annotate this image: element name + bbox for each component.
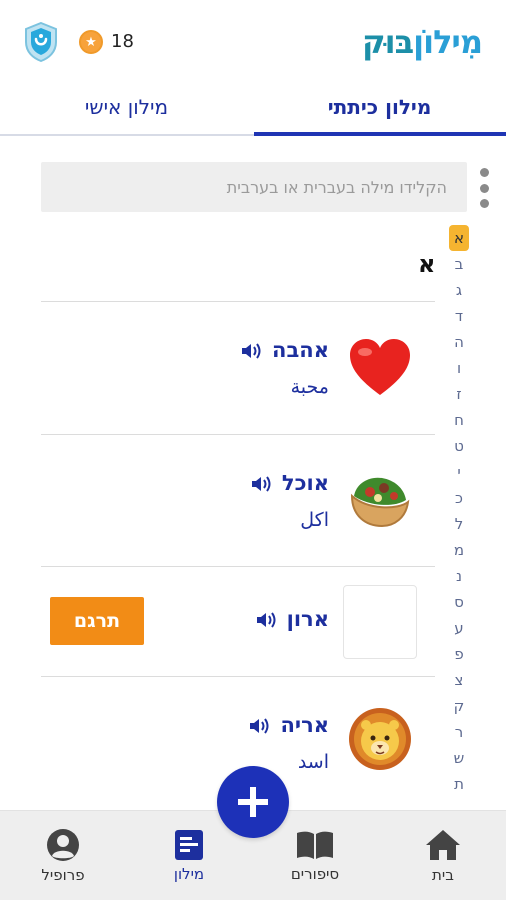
nav-label: סיפורים — [290, 865, 340, 883]
coin-count: 18 — [111, 31, 134, 52]
alphabet-letter[interactable]: ז — [449, 381, 469, 407]
speaker-icon[interactable] — [240, 341, 264, 359]
alphabet-letter[interactable]: י — [449, 459, 469, 485]
star-coin-icon: ★ — [79, 30, 103, 54]
home-icon — [426, 830, 460, 860]
nav-item-home[interactable]: בית — [380, 811, 506, 900]
alphabet-letter[interactable]: ט — [449, 433, 469, 459]
word-entry: אוכל — [250, 471, 329, 495]
word-image-placeholder — [343, 585, 417, 659]
lion-face-emoji — [347, 705, 413, 771]
nav-label: מילון — [173, 865, 205, 883]
alphabet-letter[interactable]: ח — [449, 407, 469, 433]
alphabet-letter[interactable]: ד — [449, 303, 469, 329]
section-letter-header: א — [418, 250, 436, 278]
alphabet-letter[interactable]: ע — [449, 615, 469, 641]
logo-text-part2: בּוּק — [362, 23, 414, 61]
alphabet-letter[interactable]: נ — [449, 563, 469, 589]
plus-icon — [238, 787, 268, 817]
alphabet-letter[interactable]: ה — [449, 329, 469, 355]
alphabet-letter[interactable]: א — [449, 225, 469, 251]
alphabet-letter[interactable]: מ — [449, 537, 469, 563]
nav-item-profile[interactable]: פרופיל — [0, 811, 126, 900]
tab-class-dictionary[interactable]: מילון כיתתי — [253, 80, 506, 134]
alphabet-letter[interactable]: ת — [449, 771, 469, 797]
word-entry: אריה — [248, 713, 329, 737]
alphabet-letter[interactable]: ש — [449, 745, 469, 771]
word-hebrew: אריה — [280, 713, 329, 737]
add-word-button[interactable] — [217, 766, 289, 838]
tab-personal-dictionary[interactable]: מילון אישי — [0, 80, 253, 134]
word-hebrew: אהבה — [272, 338, 329, 362]
speaker-icon[interactable] — [248, 716, 272, 734]
word-translation: اكل — [300, 509, 329, 531]
alphabet-letter[interactable]: פ — [449, 641, 469, 667]
alphabet-letter[interactable]: ל — [449, 511, 469, 537]
alphabet-letter[interactable]: ר — [449, 719, 469, 745]
word-translation: اسد — [297, 751, 329, 773]
dictionary-tabs: מילון אישי מילון כיתתי — [0, 80, 506, 136]
word-hebrew: אוכל — [281, 471, 329, 495]
word-row[interactable]: אוכל اكل — [41, 434, 435, 566]
dictionary-icon — [175, 830, 203, 860]
app-header: מִילוֹןבּוּק ★ 18 — [0, 0, 506, 80]
word-translation: محبة — [290, 376, 329, 398]
app-logo: מִילוֹןבּוּק — [362, 20, 483, 64]
red-heart-emoji — [347, 334, 413, 400]
alphabet-letter[interactable]: ג — [449, 277, 469, 303]
alphabet-index: א ב ג ד ה ו ז ח ט י כ ל מ נ ס ע פ צ ק ר … — [449, 225, 469, 797]
shield-icon[interactable] — [24, 21, 58, 63]
translate-button[interactable]: תרגם — [50, 597, 144, 645]
more-options-icon[interactable] — [478, 168, 490, 208]
nav-label: בית — [432, 866, 454, 884]
word-entry: ארון — [255, 607, 329, 631]
stuffed-flatbread-emoji — [347, 465, 413, 531]
word-row[interactable]: אהבה محبة — [41, 301, 435, 434]
alphabet-letter[interactable]: ק — [449, 693, 469, 719]
word-row[interactable]: ארון תרגם — [41, 566, 435, 676]
alphabet-letter[interactable]: ס — [449, 589, 469, 615]
word-entry: אהבה — [240, 338, 329, 362]
nav-label: פרופיל — [41, 866, 85, 884]
alphabet-letter[interactable]: ב — [449, 251, 469, 277]
alphabet-letter[interactable]: כ — [449, 485, 469, 511]
profile-icon — [47, 829, 79, 861]
alphabet-letter[interactable]: ו — [449, 355, 469, 381]
logo-text-part1: מִילוֹן — [413, 23, 483, 61]
speaker-icon[interactable] — [250, 474, 274, 492]
book-icon — [297, 831, 333, 859]
word-hebrew: ארון — [286, 607, 329, 631]
alphabet-letter[interactable]: צ — [449, 667, 469, 693]
search-input[interactable] — [41, 162, 467, 212]
active-tab-indicator — [254, 132, 506, 136]
speaker-icon[interactable] — [255, 610, 279, 628]
